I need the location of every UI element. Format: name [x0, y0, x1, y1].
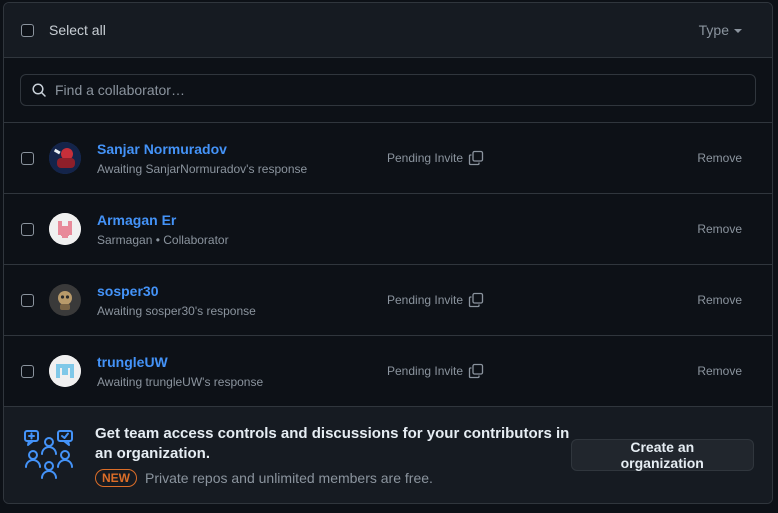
copy-icon[interactable]	[468, 363, 484, 379]
row-checkbox[interactable]	[21, 222, 34, 236]
remove-button[interactable]: Remove	[697, 293, 742, 307]
promo-subtitle-row: NEW Private repos and unlimited members …	[95, 468, 571, 487]
collaborator-row: Sanjar Normuradov Awaiting SanjarNormura…	[4, 123, 772, 194]
avatar-image	[49, 142, 81, 174]
avatar-image	[49, 284, 81, 316]
people-discussion-icon	[24, 430, 73, 479]
collaborator-row: sosper30 Awaiting sosper30's response Pe…	[4, 265, 772, 336]
search-icon	[32, 83, 46, 97]
avatar[interactable]	[49, 355, 81, 387]
row-checkbox[interactable]	[21, 364, 34, 378]
organization-promo: Get team access controls and discussions…	[4, 407, 772, 503]
collaborator-info: Armagan Er Sarmagan • Collaborator	[97, 212, 229, 247]
collaborator-name-link[interactable]: Armagan Er	[97, 212, 229, 228]
collaborator-name-link[interactable]: sosper30	[97, 283, 256, 299]
collaborator-info: sosper30 Awaiting sosper30's response	[97, 283, 256, 318]
collaborator-status-text: Awaiting trungleUW's response	[97, 374, 264, 389]
pending-invite: Pending Invite	[387, 363, 484, 379]
collaborators-panel: Select all Type Sanjar Normuradov	[3, 2, 773, 504]
pending-invite-label: Pending Invite	[387, 151, 464, 165]
avatar[interactable]	[49, 284, 81, 316]
avatar[interactable]	[49, 142, 81, 174]
remove-button[interactable]: Remove	[697, 222, 742, 236]
collaborator-info: Sanjar Normuradov Awaiting SanjarNormura…	[97, 141, 307, 176]
pending-invite: Pending Invite	[387, 292, 484, 308]
promo-title: Get team access controls and discussions…	[95, 424, 570, 462]
create-organization-button[interactable]: Create an organization	[570, 439, 754, 471]
pending-invite-label: Pending Invite	[387, 293, 464, 307]
copy-icon[interactable]	[468, 150, 484, 166]
promo-subtitle: Private repos and unlimited members are …	[145, 469, 433, 486]
remove-button[interactable]: Remove	[697, 364, 742, 378]
row-checkbox[interactable]	[21, 151, 34, 165]
avatar-image	[49, 355, 81, 387]
new-badge: NEW	[95, 468, 137, 487]
collaborator-name-link[interactable]: Sanjar Normuradov	[97, 141, 307, 157]
select-all-label: Select all	[49, 22, 106, 38]
type-filter-dropdown[interactable]: Type	[699, 22, 742, 38]
select-all-checkbox[interactable]	[21, 23, 34, 37]
collaborator-name-link[interactable]: trungleUW	[97, 354, 263, 370]
collaborator-status-text: Awaiting SanjarNormuradov's response	[97, 161, 308, 176]
collaborator-status-text: Awaiting sosper30's response	[97, 303, 256, 318]
collaborator-row: trungleUW Awaiting trungleUW's response …	[4, 336, 772, 407]
remove-button[interactable]: Remove	[697, 151, 742, 165]
collaborator-status-text: Sarmagan • Collaborator	[97, 232, 229, 247]
search-input[interactable]	[55, 82, 745, 98]
collaborator-info: trungleUW Awaiting trungleUW's response	[97, 354, 263, 389]
search-box[interactable]	[20, 74, 756, 106]
avatar[interactable]	[49, 213, 81, 245]
promo-text: Get team access controls and discussions…	[95, 424, 571, 487]
list-header: Select all Type	[4, 3, 772, 58]
search-bar	[4, 58, 772, 123]
avatar-image	[49, 213, 81, 245]
collaborator-row: Armagan Er Sarmagan • Collaborator Remov…	[4, 194, 772, 265]
pending-invite: Pending Invite	[387, 150, 484, 166]
pending-invite-label: Pending Invite	[387, 364, 464, 378]
row-checkbox[interactable]	[21, 293, 34, 307]
caret-down-icon	[734, 29, 742, 33]
type-filter-label: Type	[698, 22, 729, 38]
copy-icon[interactable]	[468, 292, 484, 308]
